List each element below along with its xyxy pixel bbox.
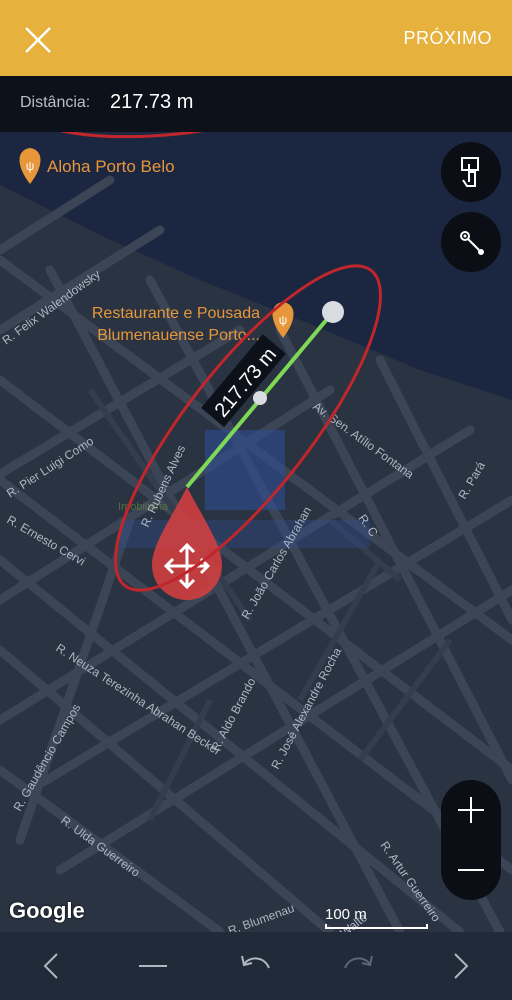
map-view[interactable]: Imobiliária R. Felix Walendowsky R. Pier… bbox=[0, 132, 512, 932]
poi-label: Aloha Porto Belo bbox=[47, 157, 175, 176]
chevron-right-icon bbox=[454, 953, 469, 979]
scale-bar bbox=[325, 924, 428, 929]
distance-bar: Distância: 217.73 m bbox=[0, 76, 512, 132]
google-logo: Google bbox=[9, 898, 85, 923]
zoom-in-button[interactable] bbox=[441, 780, 501, 840]
zoom-control bbox=[441, 780, 501, 900]
measure-points-icon bbox=[460, 231, 484, 255]
redo-button[interactable] bbox=[338, 946, 378, 986]
close-button[interactable] bbox=[20, 22, 56, 58]
touch-hand-icon bbox=[461, 157, 479, 187]
map-canvas[interactable]: Imobiliária R. Felix Walendowsky R. Pier… bbox=[0, 132, 512, 932]
svg-text:ψ: ψ bbox=[279, 313, 288, 327]
svg-text:ψ: ψ bbox=[26, 159, 35, 173]
forward-button[interactable] bbox=[440, 946, 480, 986]
distance-value: 217.73 m bbox=[110, 91, 194, 113]
close-icon bbox=[25, 27, 51, 53]
touch-mode-button[interactable] bbox=[441, 142, 501, 202]
undo-button[interactable] bbox=[236, 946, 276, 986]
measure-midpoint[interactable] bbox=[253, 391, 267, 405]
zoom-out-button[interactable] bbox=[441, 840, 501, 900]
chevron-left-icon bbox=[43, 953, 58, 979]
measure-endpoint[interactable] bbox=[322, 301, 344, 323]
plus-icon bbox=[458, 797, 484, 823]
menu-button[interactable] bbox=[133, 946, 173, 986]
top-bar: PRÓXIMO bbox=[0, 0, 512, 76]
undo-icon bbox=[241, 955, 270, 969]
scale-label: 100 m bbox=[325, 906, 367, 923]
minus-icon bbox=[139, 965, 167, 967]
back-button[interactable] bbox=[32, 946, 72, 986]
bottom-nav bbox=[0, 932, 512, 1000]
poi-label: Restaurante e Pousada bbox=[92, 305, 260, 322]
next-button[interactable]: PRÓXIMO bbox=[403, 28, 492, 49]
point-mode-button[interactable] bbox=[441, 212, 501, 272]
minus-icon bbox=[458, 869, 484, 871]
poi-label: Blumenauense Porto... bbox=[97, 327, 260, 344]
redo-icon bbox=[344, 955, 373, 969]
distance-label: Distância: bbox=[20, 94, 91, 111]
